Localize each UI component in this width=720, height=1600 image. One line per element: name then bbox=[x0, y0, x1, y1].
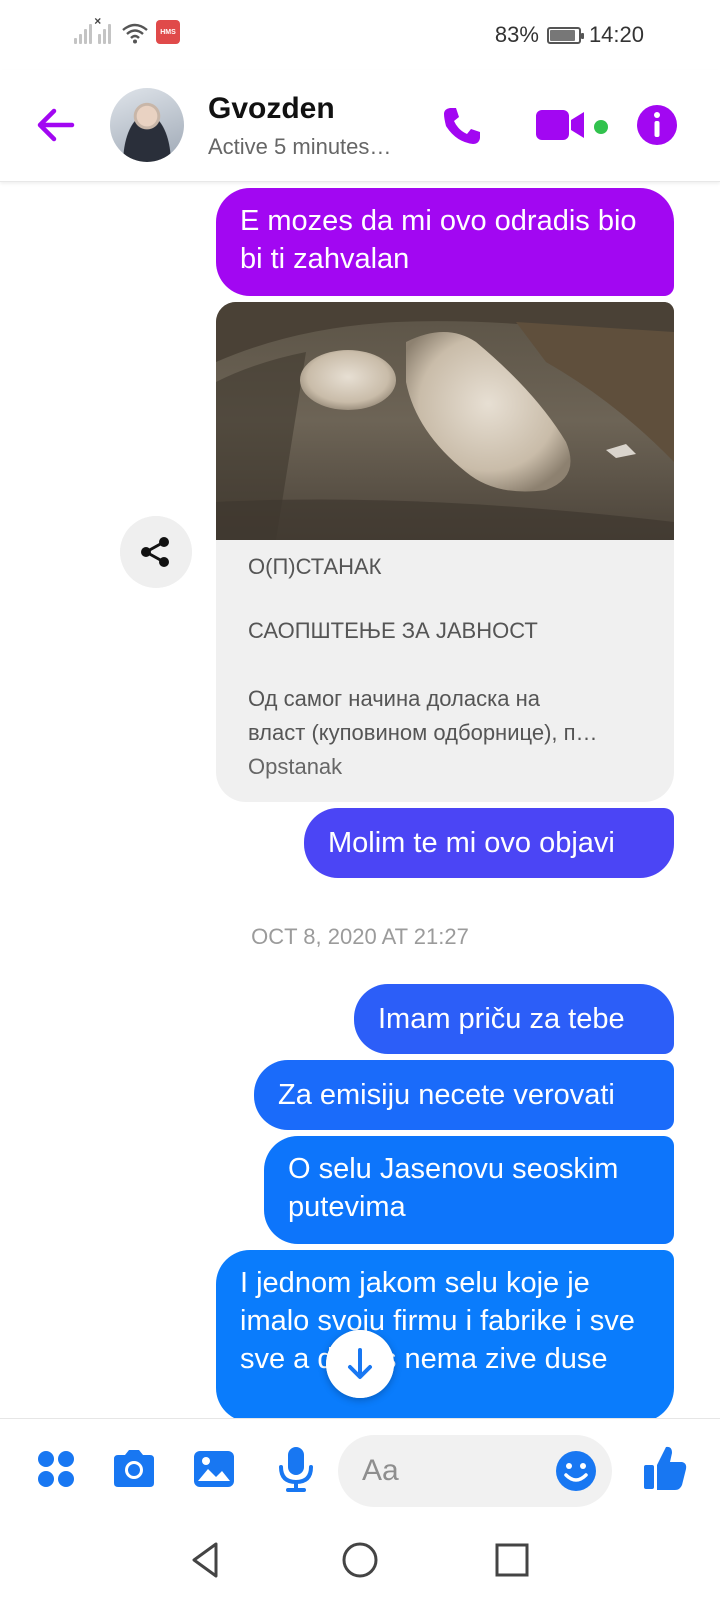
gallery-icon[interactable] bbox=[190, 1445, 238, 1493]
message-bubble[interactable]: Molim te mi ovo objavi bbox=[304, 808, 674, 878]
nav-recents-icon[interactable] bbox=[490, 1538, 534, 1582]
presence-status: Active 5 minutes… bbox=[208, 134, 392, 159]
microphone-icon[interactable] bbox=[272, 1445, 320, 1493]
message-bubble[interactable]: Imam priču za tebe bbox=[354, 984, 674, 1054]
status-bar: × HMS 83% 14:20 bbox=[0, 0, 720, 70]
link-excerpt: Од самог начина доласка на власт (купови… bbox=[248, 682, 648, 750]
back-arrow-icon[interactable] bbox=[34, 104, 76, 146]
status-icons-right: 83% 14:20 bbox=[495, 22, 644, 48]
message-bubble[interactable]: Za emisiju necete verovati bbox=[254, 1060, 674, 1130]
wifi-icon bbox=[122, 23, 148, 44]
message-timestamp: OCT 8, 2020 AT 21:27 bbox=[251, 924, 469, 949]
signal-no-sim-icon: × bbox=[94, 14, 116, 44]
link-subtitle: САОПШТЕЊЕ ЗА ЈАВНОСТ bbox=[248, 618, 538, 643]
emoji-icon[interactable] bbox=[554, 1449, 598, 1493]
message-bubble[interactable]: E mozes da mi ovo odradis bio bi ti zahv… bbox=[216, 188, 674, 296]
link-excerpt-line: власт (куповином одборнице), п… bbox=[248, 720, 598, 745]
hms-badge-icon: HMS bbox=[156, 20, 180, 44]
avatar[interactable] bbox=[110, 88, 184, 162]
link-excerpt-line: Од самог начина доласка на bbox=[248, 686, 540, 711]
video-camera-icon[interactable] bbox=[536, 108, 586, 142]
message-input-wrapper bbox=[338, 1435, 612, 1507]
phone-icon[interactable] bbox=[440, 104, 484, 148]
nav-back-icon[interactable] bbox=[184, 1538, 228, 1582]
message-composer bbox=[0, 1418, 720, 1526]
messenger-conversation-screen: × HMS 83% 14:20 Gvozden Active 5 minutes… bbox=[0, 0, 720, 1600]
link-preview-card[interactable]: О(П)СТАНАК САОПШТЕЊЕ ЗА ЈАВНОСТ Од самог… bbox=[216, 302, 674, 802]
camera-icon[interactable] bbox=[110, 1445, 158, 1493]
signal-icon bbox=[74, 22, 92, 44]
status-icons-left: × HMS bbox=[74, 14, 180, 44]
battery-icon bbox=[546, 26, 584, 44]
message-bubble[interactable]: O selu Jasenovu seoskim putevima bbox=[264, 1136, 674, 1244]
nav-home-icon[interactable] bbox=[338, 1538, 382, 1582]
online-indicator bbox=[594, 120, 608, 134]
arrow-down-icon[interactable] bbox=[326, 1330, 394, 1398]
system-navigation-bar bbox=[0, 1526, 720, 1600]
message-input[interactable] bbox=[362, 1435, 542, 1507]
conversation-header: Gvozden Active 5 minutes… bbox=[0, 70, 720, 182]
info-icon[interactable] bbox=[636, 104, 678, 146]
battery-percent: 83% bbox=[494, 22, 539, 47]
clock: 14:20 bbox=[588, 22, 644, 47]
menu-dots-icon[interactable] bbox=[32, 1445, 80, 1493]
thumbs-up-icon[interactable] bbox=[642, 1443, 688, 1493]
message-bubble[interactable]: I jednom jakom selu koje je imalo svoju … bbox=[216, 1250, 674, 1422]
share-icon[interactable] bbox=[120, 516, 192, 588]
link-preview-image bbox=[216, 302, 674, 540]
contact-name[interactable]: Gvozden bbox=[208, 92, 335, 126]
link-source: Opstanak bbox=[248, 754, 343, 779]
link-title: О(П)СТАНАК bbox=[248, 554, 382, 579]
